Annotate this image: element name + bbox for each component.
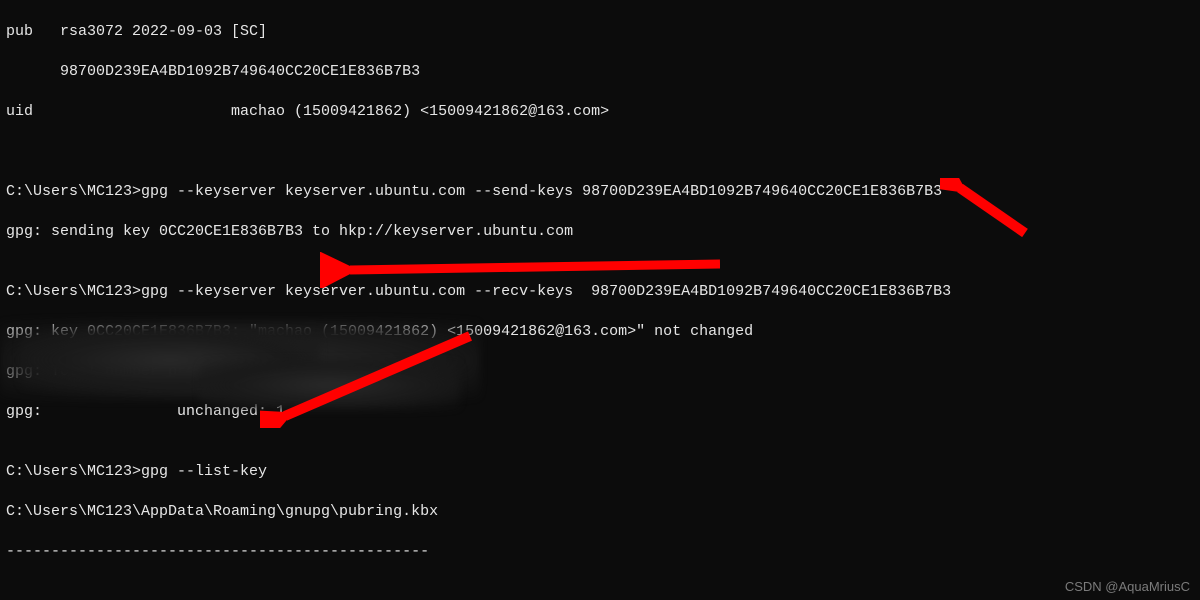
terminal-line: C:\Users\MC123>gpg --list-key bbox=[6, 462, 1194, 482]
terminal-line: uid machao (15009421862) <15009421862@16… bbox=[6, 102, 1194, 122]
redaction-smudge bbox=[200, 360, 460, 410]
terminal-line: gpg: unchanged: 1 bbox=[6, 402, 1194, 422]
terminal-line: C:\Users\MC123>gpg --keyserver keyserver… bbox=[6, 182, 1194, 202]
watermark-text: CSDN @AquaMriusC bbox=[1065, 579, 1190, 594]
terminal-line: C:\Users\MC123>gpg --keyserver keyserver… bbox=[6, 282, 1194, 302]
terminal-line: gpg: sending key 0CC20CE1E836B7B3 to hkp… bbox=[6, 222, 1194, 242]
terminal-line: pub rsa3072 2022-09-03 [SC] bbox=[6, 22, 1194, 42]
terminal-window[interactable]: pub rsa3072 2022-09-03 [SC] 98700D239EA4… bbox=[0, 0, 1200, 600]
terminal-line: ----------------------------------------… bbox=[6, 542, 1194, 562]
terminal-line bbox=[6, 582, 1194, 600]
terminal-line: C:\Users\MC123\AppData\Roaming\gnupg\pub… bbox=[6, 502, 1194, 522]
terminal-line: 98700D239EA4BD1092B749640CC20CE1E836B7B3 bbox=[6, 62, 1194, 82]
